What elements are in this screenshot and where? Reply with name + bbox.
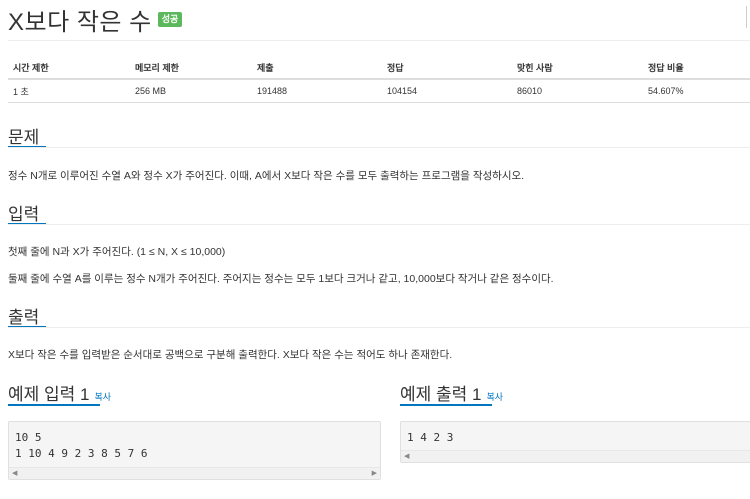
problem-section-title: 문제	[8, 128, 40, 147]
sample-output-text[interactable]: 1 4 2 3	[407, 430, 453, 446]
sample-output-scrollbar[interactable]: ◀	[401, 450, 750, 462]
input-description-line2: 둘째 줄에 수열 A를 이루는 정수 N개가 주어진다. 주어지는 정수는 모두…	[8, 273, 554, 285]
header-accepted: 정답	[382, 56, 512, 80]
sample-input-text[interactable]: 10 5 1 10 4 9 2 3 8 5 7 6	[15, 430, 147, 462]
output-section-title: 출력	[8, 308, 40, 327]
problem-title: X보다 작은 수	[8, 8, 152, 36]
header-memory-limit: 메모리 제한	[130, 56, 252, 80]
sample-output-title: 예제 출력 1	[400, 385, 482, 404]
input-description-line1: 첫째 줄에 N과 X가 주어진다. (1 ≤ N, X ≤ 10,000)	[8, 246, 226, 258]
output-section-rule	[8, 327, 750, 328]
scroll-left-icon[interactable]: ◀	[404, 452, 409, 460]
sample-input-underline	[8, 404, 100, 406]
sample-output-header: 예제 출력 1 복사	[400, 380, 503, 405]
scroll-right-icon[interactable]: ▶	[372, 469, 377, 477]
accept-rate-value: 54.607%	[643, 79, 750, 103]
sample-input-title: 예제 입력 1	[8, 385, 90, 404]
table-row: 1 초 256 MB 191488 104154 86010 54.607%	[8, 79, 750, 103]
memory-limit-value: 256 MB	[130, 79, 252, 103]
sample-input-box[interactable]: 10 5 1 10 4 9 2 3 8 5 7 6 ◀ ▶	[8, 421, 381, 480]
sample-output-box[interactable]: 1 4 2 3 ◀	[400, 421, 750, 463]
header-submissions: 제출	[252, 56, 382, 80]
header-time-limit: 시간 제한	[8, 56, 130, 80]
title-divider	[8, 40, 750, 41]
solved-users-value: 86010	[512, 79, 643, 103]
accepted-value: 104154	[382, 79, 512, 103]
submissions-value: 191488	[252, 79, 382, 103]
problem-info-table: 시간 제한 메모리 제한 제출 정답 맞힌 사람 정답 비율 1 초 256 M…	[8, 56, 750, 103]
output-description: X보다 작은 수를 입력받은 순서대로 공백으로 구분해 출력한다. X보다 작…	[8, 349, 453, 361]
header-accept-rate: 정답 비율	[643, 56, 750, 80]
sample-output-underline	[400, 404, 492, 406]
header-solved-users: 맞힌 사람	[512, 56, 643, 80]
problem-description: 정수 N개로 이루어진 수열 A와 정수 X가 주어진다. 이때, A에서 X보…	[8, 170, 525, 182]
status-badge: 성공	[157, 11, 183, 27]
input-section-rule	[8, 224, 750, 225]
copy-sample-output-button[interactable]: 복사	[486, 392, 503, 402]
problem-header: X보다 작은 수 성공	[8, 4, 183, 36]
scroll-left-icon[interactable]: ◀	[12, 469, 17, 477]
table-header-row: 시간 제한 메모리 제한 제출 정답 맞힌 사람 정답 비율	[8, 56, 750, 80]
time-limit-value: 1 초	[8, 79, 130, 103]
copy-sample-input-button[interactable]: 복사	[94, 392, 111, 402]
sample-input-scrollbar[interactable]: ◀ ▶	[9, 467, 380, 479]
sample-input-header: 예제 입력 1 복사	[8, 380, 111, 405]
input-section-title: 입력	[8, 205, 40, 224]
problem-section-rule	[8, 147, 750, 148]
page-edge-control	[746, 6, 750, 28]
